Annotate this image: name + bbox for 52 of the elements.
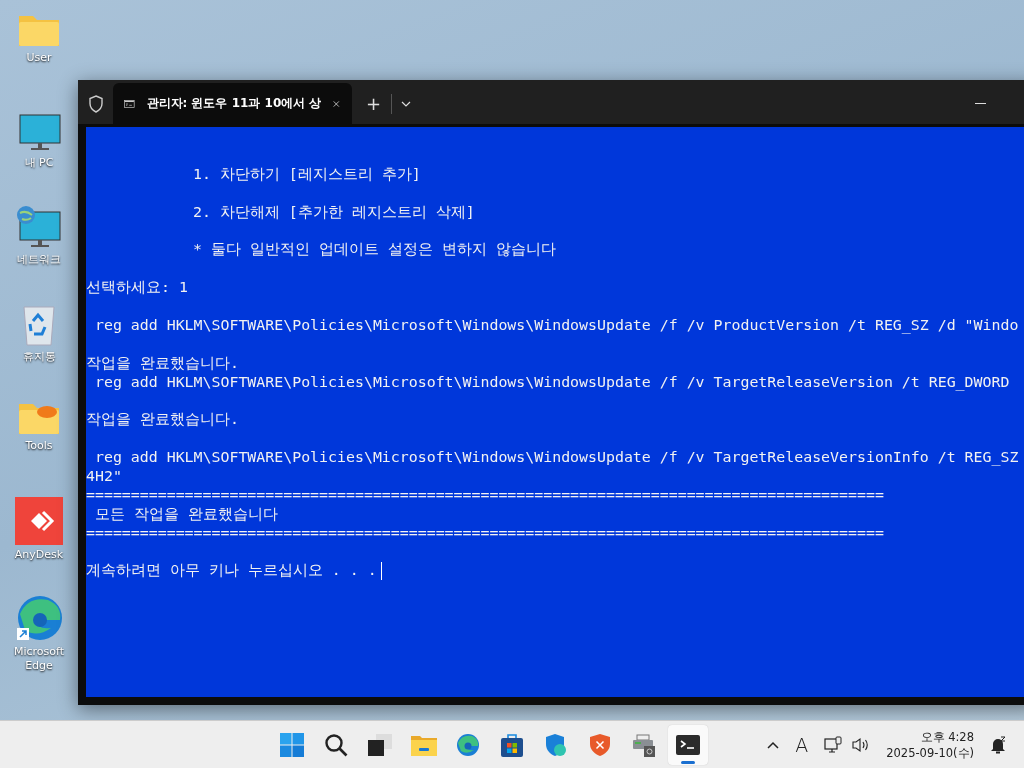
- console-line: =========================================================================================: [86, 523, 884, 543]
- console-line: reg add HKLM\SOFTWARE\Policies\Microsoft\Windows\WindowsUpdate /f /v ProductVersion /t REG_SZ /d "Windo: [93, 315, 1019, 335]
- printer-icon: [632, 732, 656, 757]
- input-indicator[interactable]: A: [795, 733, 809, 756]
- console-line: * 둘다 일반적인 업데이트 설정은 변하지 않습니다: [193, 240, 556, 260]
- terminal-tab[interactable]: 관리자: 윈도우 11과 10에서 상: [113, 83, 352, 124]
- console-line: =========================================================================================: [86, 485, 884, 505]
- store-bag-icon: [501, 732, 523, 757]
- console-line: 2. 차단해제 [추가한 레지스트리 삭제]: [193, 202, 475, 222]
- network-icon[interactable]: [824, 735, 843, 754]
- chevron-up-icon[interactable]: [767, 740, 780, 749]
- bell-icon[interactable]: [990, 735, 1006, 754]
- desktop-icon-label[interactable]: User: [4, 51, 74, 65]
- browser-icon[interactable]: [15, 594, 63, 642]
- shield-icon: [545, 732, 567, 757]
- desktop-icon-label[interactable]: 네트워크: [4, 253, 74, 267]
- task-view-icon: [368, 733, 392, 756]
- chevron-down-icon[interactable]: [401, 100, 412, 107]
- desktop-icon-label[interactable]: Microsoft Edge: [4, 645, 74, 673]
- recycle-bin-icon[interactable]: [21, 303, 57, 347]
- clock-date: 2025-09-10(수): [886, 744, 974, 761]
- search-icon: [324, 732, 348, 757]
- network-monitor-icon[interactable]: [16, 206, 62, 250]
- browser-icon: [456, 732, 480, 757]
- terminal-icon: [676, 734, 700, 755]
- remote-desktop-icon[interactable]: [15, 497, 63, 545]
- desktop-icon-label[interactable]: AnyDesk: [4, 548, 74, 562]
- clock[interactable]: 오후 4:28 2025-09-10(수): [886, 728, 974, 761]
- console-line: 모든 작업을 완료했습니다: [93, 504, 278, 524]
- close-icon[interactable]: [333, 98, 340, 109]
- minimize-icon[interactable]: [975, 102, 986, 105]
- taskbar-button[interactable]: [668, 724, 708, 765]
- folder-icon: [411, 733, 437, 756]
- desktop-icon-label[interactable]: 내 PC: [4, 156, 74, 170]
- console-icon: [124, 97, 135, 110]
- desktop-icon-label[interactable]: 휴지통: [4, 350, 74, 364]
- console-line: 4H2": [86, 467, 122, 486]
- console-prompt: 계속하려면 아무 키나 누르십시오 . . .: [86, 561, 377, 581]
- new-tab-button[interactable]: +: [360, 93, 388, 114]
- console-line: reg add HKLM\SOFTWARE\Policies\Microsoft\Windows\WindowsUpdate /f /v TargetReleaseVersionInfo /t REG_SZ: [93, 448, 1019, 468]
- shield-icon: [589, 732, 611, 757]
- shield-icon: [88, 94, 104, 113]
- console-line: reg add HKLM\SOFTWARE\Policies\Microsoft\Windows\WindowsUpdate /f /v TargetReleaseVersion /t REG_DWORD: [93, 372, 1010, 392]
- clock-time: 오후 4:28: [920, 728, 974, 745]
- console-line: 작업을 완료했습니다.: [86, 410, 239, 430]
- console-line: 선택하세요: 1: [86, 278, 188, 298]
- windows-logo-icon: [280, 732, 304, 757]
- speaker-icon[interactable]: [852, 736, 871, 753]
- desktop-icon-label[interactable]: Tools: [4, 439, 74, 453]
- tab-title: 관리자: 윈도우 11과 10에서 상: [146, 95, 322, 112]
- console-line: 1. 차단하기 [레지스트리 추가]: [193, 164, 421, 184]
- console-line: 작업을 완료했습니다.: [86, 353, 239, 373]
